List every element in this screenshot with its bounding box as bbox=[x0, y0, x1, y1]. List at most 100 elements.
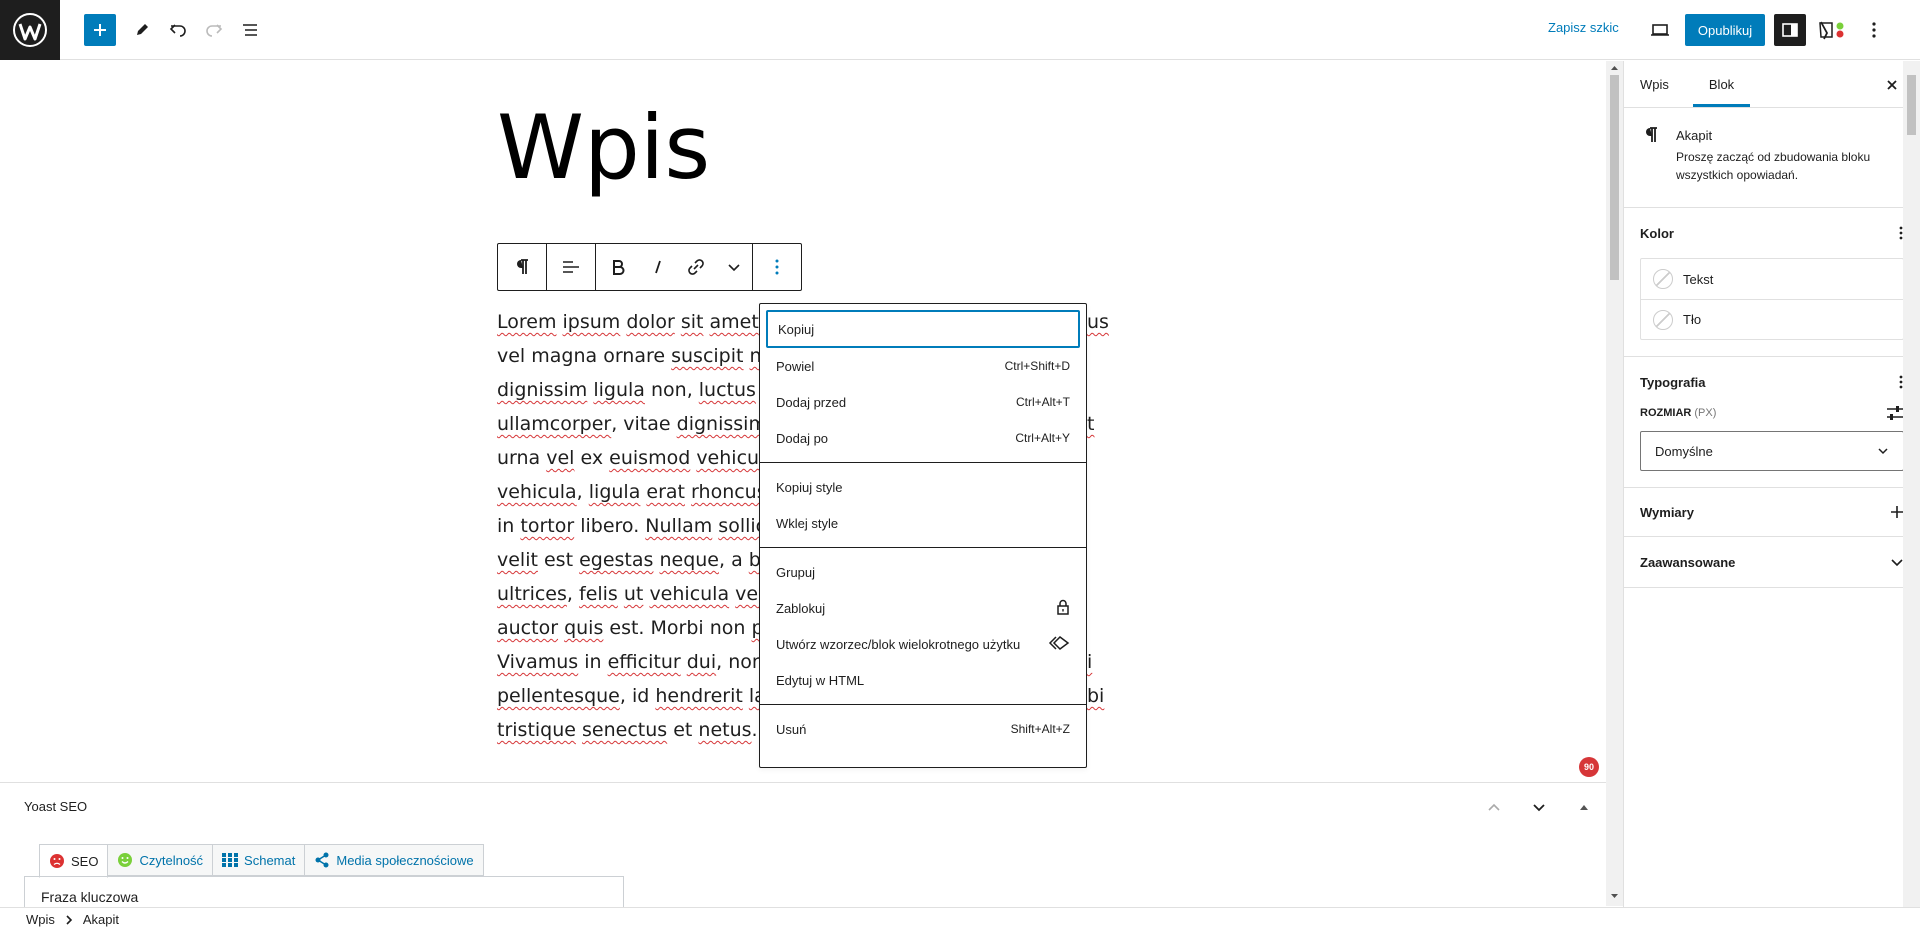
menu-item-label: Kopiuj style bbox=[776, 479, 843, 495]
menu-item-shortcut: Ctrl+Shift+D bbox=[1004, 359, 1070, 373]
chevron-down-icon bbox=[1878, 448, 1888, 455]
paragraph-word: suscipit bbox=[671, 345, 744, 367]
menu-item-label: Utwórz wzorzec/blok wielokrotnego użytku bbox=[776, 636, 1021, 652]
block-breadcrumb: Wpis Akapit bbox=[0, 907, 1920, 931]
menu-item[interactable]: Dodaj przed Ctrl+Alt+T bbox=[760, 384, 1086, 420]
menu-item-label: Usuń bbox=[776, 721, 807, 737]
menu-item[interactable]: Edytuj w HTML bbox=[760, 662, 1086, 698]
menu-item-label: Kopiuj bbox=[778, 321, 815, 337]
menu-item-label: Dodaj przed bbox=[776, 394, 847, 410]
menu-item[interactable]: Wklej style bbox=[760, 505, 1086, 541]
menu-item[interactable]: Kopiuj bbox=[766, 310, 1080, 348]
menu-item[interactable]: Grupuj bbox=[760, 554, 1086, 590]
yoast-tab[interactable]: Media społecznościowe bbox=[305, 844, 484, 876]
background-color-option[interactable]: Tło bbox=[1641, 299, 1903, 339]
paragraph-word: est bbox=[537, 549, 580, 571]
custom-size-settings-icon[interactable] bbox=[1886, 405, 1904, 421]
menu-item-label: Grupuj bbox=[776, 564, 816, 580]
yoast-tab[interactable]: Schemat bbox=[213, 844, 306, 876]
block-options-button[interactable] bbox=[753, 244, 801, 290]
background-color-swatch bbox=[1653, 309, 1673, 330]
color-options: Tekst Tło bbox=[1640, 258, 1904, 340]
menu-item[interactable]: Powiel Ctrl+Shift+D bbox=[760, 348, 1086, 384]
editor-scrollbar[interactable] bbox=[1606, 61, 1623, 906]
add-block-button[interactable] bbox=[84, 14, 116, 46]
paragraph-word: rhoncus bbox=[691, 481, 767, 503]
redo-button[interactable] bbox=[198, 14, 230, 46]
link-icon bbox=[688, 259, 704, 275]
triangle-up-icon bbox=[1580, 805, 1588, 810]
grid-icon bbox=[222, 853, 239, 867]
share-icon bbox=[314, 852, 330, 868]
move-down-button[interactable] bbox=[1527, 795, 1551, 819]
menu-group: Usuń Shift+Alt+Z bbox=[760, 705, 1086, 753]
sidebar-scrollbar[interactable] bbox=[1903, 61, 1920, 907]
paragraph-word: dui bbox=[686, 651, 717, 673]
yoast-tab[interactable]: SEO bbox=[39, 844, 109, 878]
align-button[interactable] bbox=[547, 244, 595, 290]
wordpress-logo-icon[interactable] bbox=[0, 0, 60, 60]
reusable-block-icon bbox=[1048, 635, 1070, 654]
menu-item[interactable]: Dodaj po Ctrl+Alt+Y bbox=[760, 420, 1086, 456]
collapse-metabox-button[interactable] bbox=[1572, 795, 1596, 819]
document-overview-button[interactable] bbox=[234, 14, 266, 46]
menu-item-label: Dodaj po bbox=[776, 430, 829, 446]
paragraph-word: luctus bbox=[698, 379, 756, 401]
close-sidebar-button[interactable] bbox=[1880, 73, 1904, 97]
scroll-up-arrow-icon[interactable] bbox=[1610, 65, 1619, 71]
paragraph-word: ipsum bbox=[562, 311, 621, 333]
link-button[interactable] bbox=[676, 244, 716, 290]
tab-block[interactable]: Blok bbox=[1692, 61, 1751, 107]
block-type-button[interactable] bbox=[498, 244, 546, 290]
breadcrumb-item-paragraph[interactable]: Akapit bbox=[83, 912, 119, 927]
sidebar-scrollbar-thumb[interactable] bbox=[1907, 75, 1916, 135]
tab-post[interactable]: Wpis bbox=[1640, 61, 1683, 107]
font-size-select[interactable]: Domyślne bbox=[1640, 431, 1904, 471]
italic-button[interactable] bbox=[640, 244, 676, 290]
more-formatting-button[interactable] bbox=[716, 244, 752, 290]
paragraph-fragment: t bbox=[1087, 413, 1095, 435]
advanced-panel: Zaawansowane bbox=[1624, 537, 1920, 588]
close-icon bbox=[1887, 80, 1897, 90]
options-menu-button[interactable] bbox=[1858, 14, 1890, 46]
preview-button[interactable] bbox=[1644, 14, 1676, 46]
menu-item[interactable]: Zablokuj bbox=[760, 590, 1086, 626]
breadcrumb-item-post[interactable]: Wpis bbox=[26, 912, 55, 927]
paragraph-word: efficitur bbox=[607, 651, 681, 673]
paragraph-word: in bbox=[578, 651, 608, 673]
plus-icon[interactable] bbox=[1890, 505, 1904, 519]
paragraph-icon bbox=[1646, 127, 1657, 142]
paragraph-word: dignissim bbox=[676, 413, 767, 435]
paragraph-word: ullamcorper bbox=[497, 413, 612, 435]
undo-button[interactable] bbox=[162, 14, 194, 46]
scroll-down-arrow-icon[interactable] bbox=[1610, 893, 1619, 899]
save-draft-button[interactable]: Zapisz szkic bbox=[1548, 20, 1619, 35]
yoast-seo-button[interactable] bbox=[1816, 14, 1848, 46]
paragraph-fragment: i bbox=[1087, 651, 1093, 673]
redo-icon bbox=[206, 24, 223, 37]
text-color-option[interactable]: Tekst bbox=[1641, 259, 1903, 299]
yoast-tab-label: Czytelność bbox=[139, 852, 204, 868]
reusable-block-icon bbox=[1048, 635, 1070, 650]
menu-item[interactable]: Kopiuj style bbox=[760, 469, 1086, 505]
settings-sidebar: Wpis Blok Akapit Proszę zacząć od zbudow… bbox=[1623, 61, 1920, 907]
editor-scrollbar-thumb[interactable] bbox=[1610, 75, 1619, 280]
chevron-down-icon[interactable] bbox=[1890, 557, 1904, 567]
bold-button[interactable] bbox=[596, 244, 640, 290]
yoast-metabox: Yoast SEO SEO Czytelność Schemat Media społ… bbox=[0, 782, 1606, 908]
paragraph-word: , vitae bbox=[611, 413, 677, 435]
paragraph-word: ligula bbox=[588, 481, 641, 503]
block-options-menu: Kopiuj Powiel Ctrl+Shift+D Dodaj przed Ctrl+… bbox=[759, 303, 1087, 768]
menu-group: Kopiuj Powiel Ctrl+Shift+D Dodaj przed Ctrl+… bbox=[760, 304, 1086, 463]
move-up-button[interactable] bbox=[1482, 795, 1506, 819]
publish-button[interactable]: Opublikuj bbox=[1685, 14, 1765, 46]
text-color-swatch bbox=[1653, 269, 1673, 289]
tools-button[interactable] bbox=[126, 14, 158, 46]
paragraph-word: euismod bbox=[609, 447, 691, 469]
menu-item[interactable]: Usuń Shift+Alt+Z bbox=[760, 711, 1086, 747]
settings-toggle-button[interactable] bbox=[1774, 14, 1806, 46]
yoast-tab[interactable]: Czytelność bbox=[108, 844, 214, 876]
advanced-panel-title[interactable]: Zaawansowane bbox=[1640, 555, 1735, 570]
post-title[interactable]: Wpis bbox=[497, 88, 710, 208]
menu-item[interactable]: Utwórz wzorzec/blok wielokrotnego użytku bbox=[760, 626, 1086, 662]
